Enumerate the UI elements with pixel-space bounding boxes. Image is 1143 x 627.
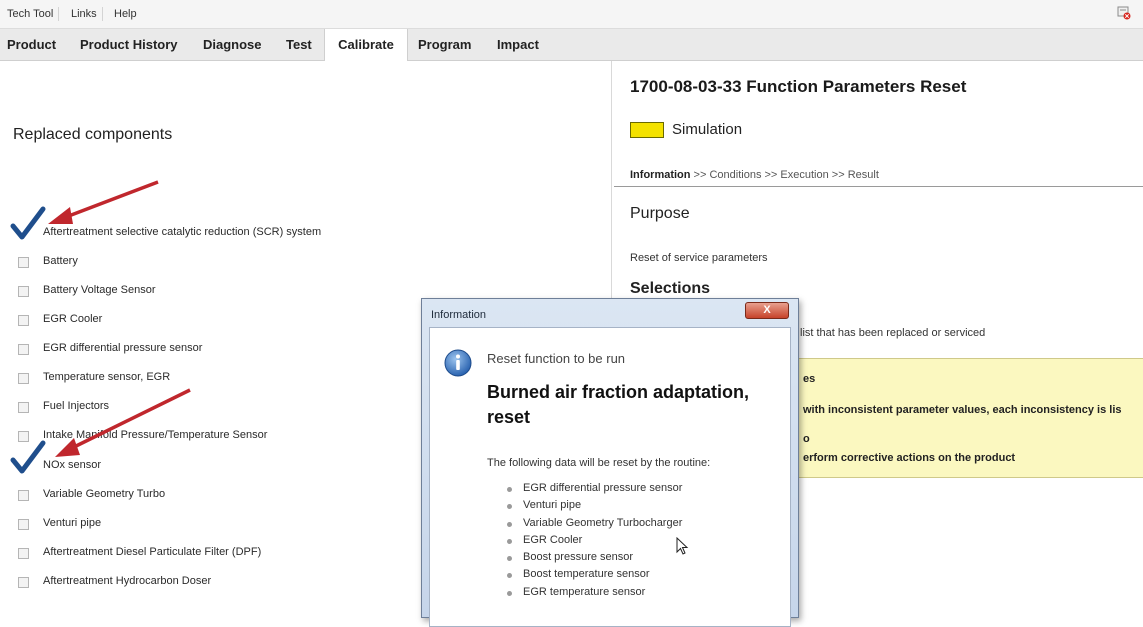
component-label: Battery Voltage Sensor xyxy=(43,284,156,296)
list-item: Venturi pipe xyxy=(507,497,682,514)
component-checkbox[interactable] xyxy=(18,490,29,501)
list-item: Boost temperature sensor xyxy=(507,566,682,583)
close-tool-icon[interactable] xyxy=(1117,6,1131,20)
component-label: Temperature sensor, EGR xyxy=(43,371,171,383)
component-checkbox[interactable] xyxy=(18,402,29,413)
component-label: Fuel Injectors xyxy=(43,400,110,412)
function-title: 1700-08-03-33 Function Parameters Reset xyxy=(630,77,967,96)
purpose-text: Reset of service parameters xyxy=(630,252,768,264)
menu-tech-tool[interactable]: Tech Tool xyxy=(2,7,60,21)
dialog-title: Information xyxy=(431,309,487,321)
component-label: Aftertreatment selective catalytic reduc… xyxy=(43,226,322,238)
simulation-indicator xyxy=(630,122,664,138)
component-checkbox[interactable] xyxy=(18,577,29,588)
tab-program[interactable]: Program xyxy=(418,29,471,60)
component-label: EGR differential pressure sensor xyxy=(43,342,203,354)
component-label: Intake Manifold Pressure/Temperature Sen… xyxy=(43,429,268,441)
breadcrumb-divider xyxy=(614,186,1143,187)
tab-diagnose[interactable]: Diagnose xyxy=(203,29,262,60)
component-checkbox[interactable] xyxy=(18,548,29,559)
tab-product[interactable]: Product xyxy=(7,29,56,60)
tab-impact[interactable]: Impact xyxy=(497,29,539,60)
dialog-close-button[interactable]: X xyxy=(745,302,789,319)
component-checkbox[interactable] xyxy=(18,344,29,355)
info-icon xyxy=(444,349,472,377)
step-conditions: Conditions xyxy=(709,169,762,181)
reset-items-list: EGR differential pressure sensor Venturi… xyxy=(507,480,682,601)
component-label: Battery xyxy=(43,255,78,267)
main-tab-bar: Product Product History Diagnose Test Ca… xyxy=(0,29,1143,61)
menu-links[interactable]: Links xyxy=(66,7,103,21)
dialog-subtitle: Reset function to be run xyxy=(487,351,626,366)
menu-bar: Tech Tool Links Help xyxy=(0,0,1143,29)
note-line: with inconsistent parameter values, each… xyxy=(803,404,1122,416)
checkmark-icon[interactable] xyxy=(10,440,46,476)
step-result: Result xyxy=(847,169,879,181)
list-item: EGR temperature sensor xyxy=(507,584,682,601)
purpose-heading: Purpose xyxy=(630,205,690,222)
component-label: NOx sensor xyxy=(43,459,102,471)
component-checkbox[interactable] xyxy=(18,315,29,326)
list-item: EGR Cooler xyxy=(507,532,682,549)
dialog-heading: Burned air fraction adaptation, reset xyxy=(487,382,750,427)
selections-text: list that has been replaced or serviced xyxy=(800,327,986,339)
component-checkbox[interactable] xyxy=(18,286,29,297)
info-note-box: es with inconsistent parameter values, e… xyxy=(790,358,1143,478)
list-item: Boost pressure sensor xyxy=(507,549,682,566)
component-label: Aftertreatment Hydrocarbon Doser xyxy=(43,575,212,587)
tab-calibrate[interactable]: Calibrate xyxy=(324,29,408,61)
menu-help[interactable]: Help xyxy=(109,7,142,21)
mouse-cursor-icon xyxy=(676,537,689,555)
component-label: Aftertreatment Diesel Particulate Filter… xyxy=(43,546,262,558)
selections-heading: Selections xyxy=(630,280,711,297)
component-checkbox[interactable] xyxy=(18,257,29,268)
component-checkbox[interactable] xyxy=(18,519,29,530)
list-item: EGR differential pressure sensor xyxy=(507,480,682,497)
dialog-intro: The following data will be reset by the … xyxy=(487,457,711,469)
list-item: Variable Geometry Turbocharger xyxy=(507,515,682,532)
step-information: Information xyxy=(630,169,691,181)
component-label: EGR Cooler xyxy=(43,313,103,325)
note-line: erform corrective actions on the product xyxy=(803,452,1016,464)
component-label: Variable Geometry Turbo xyxy=(43,488,166,500)
checkmark-icon[interactable] xyxy=(10,206,46,242)
component-label: Venturi pipe xyxy=(43,517,102,529)
step-execution: Execution xyxy=(780,169,829,181)
simulation-label: Simulation xyxy=(672,121,743,138)
information-dialog[interactable]: Information X Reset function to be run B… xyxy=(421,298,799,627)
step-breadcrumb: Information >> Conditions >> Execution >… xyxy=(630,169,879,181)
tab-test[interactable]: Test xyxy=(286,29,312,60)
component-checkbox[interactable] xyxy=(18,373,29,384)
tab-product-history[interactable]: Product History xyxy=(80,29,178,60)
note-line: es xyxy=(803,373,816,385)
replaced-components-title: Replaced components xyxy=(13,126,173,143)
note-line: o xyxy=(803,433,810,445)
dialog-body: Reset function to be run Burned air frac… xyxy=(429,327,791,627)
